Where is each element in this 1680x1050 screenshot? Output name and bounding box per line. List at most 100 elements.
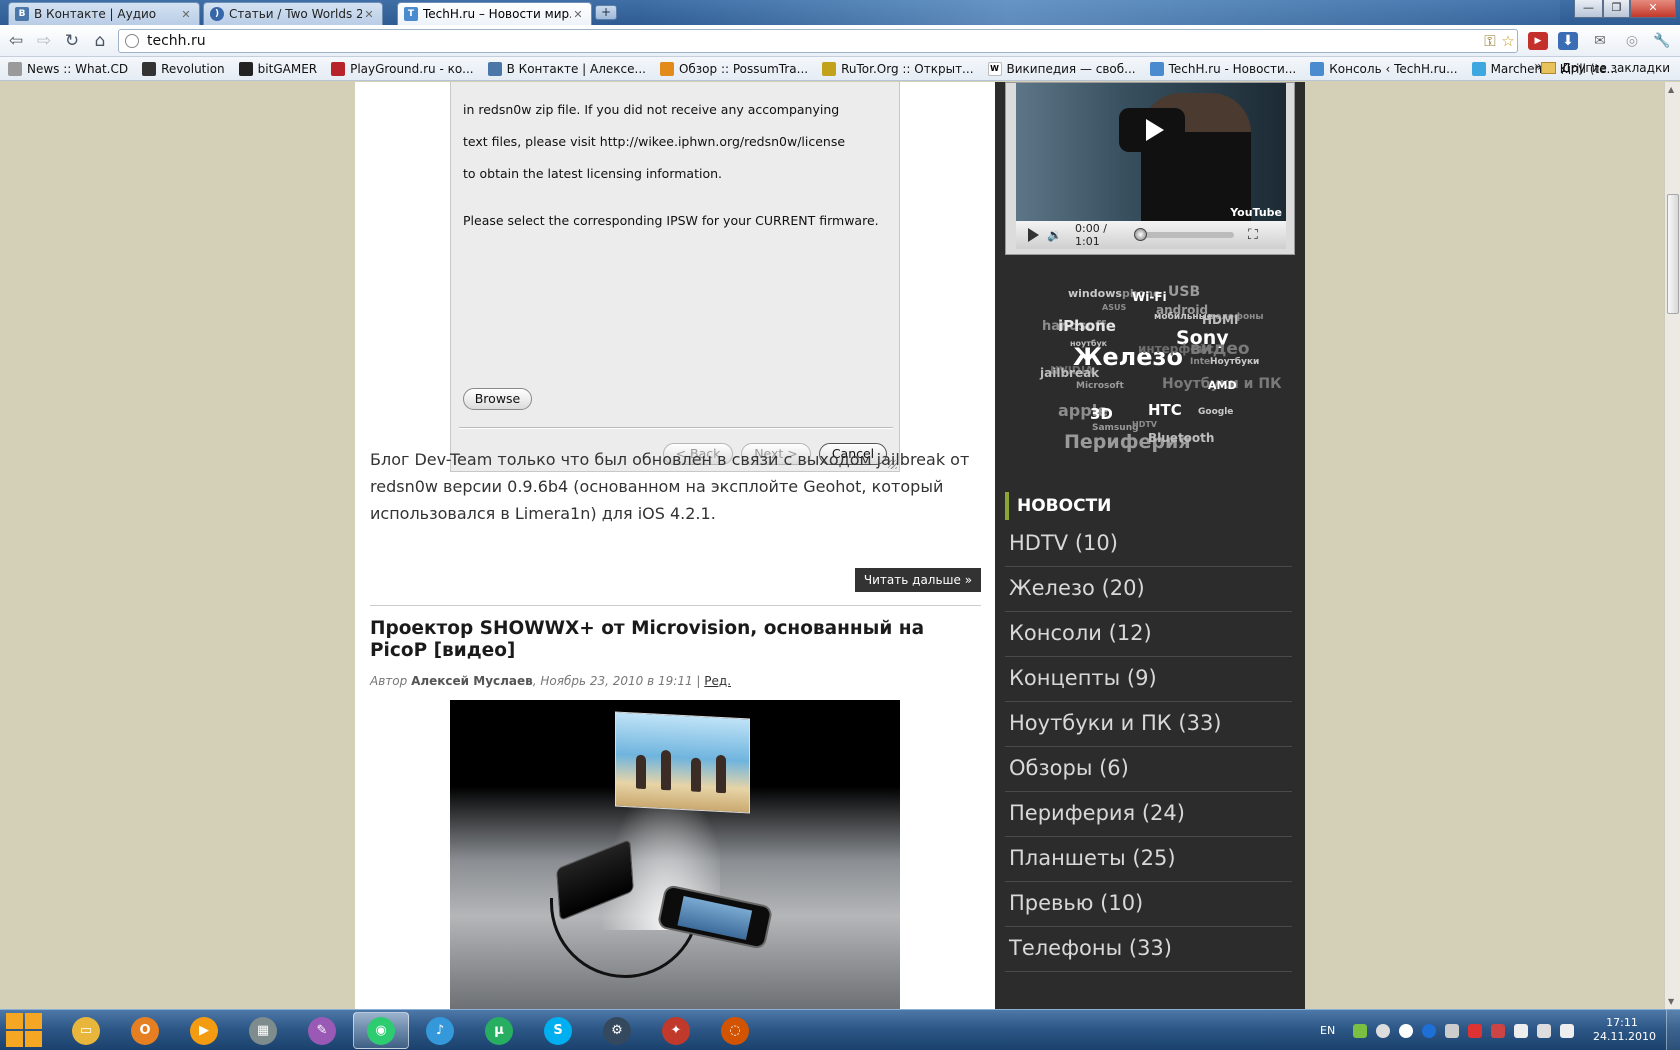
category-link[interactable]: Консоли (12) bbox=[1005, 612, 1292, 657]
taskbar-itunes[interactable]: ♪ bbox=[412, 1012, 468, 1049]
clock[interactable]: 17:11 24.11.2010 bbox=[1593, 1016, 1656, 1044]
category-link[interactable]: Превью (10) bbox=[1005, 882, 1292, 927]
bookmark-item[interactable]: W Википедия — своб... bbox=[987, 61, 1136, 76]
bookmark-item[interactable]: Консоль ‹ TechH.ru... bbox=[1310, 61, 1458, 76]
tag-link[interactable]: Ноутбуки bbox=[1210, 357, 1259, 367]
bluetooth-icon[interactable] bbox=[1422, 1023, 1437, 1038]
key-icon[interactable]: ⚿ bbox=[1481, 32, 1499, 50]
show-desktop-button[interactable] bbox=[1666, 1010, 1680, 1050]
maximize-button[interactable]: ❐ bbox=[1603, 0, 1630, 18]
flag-icon[interactable] bbox=[1514, 1023, 1529, 1038]
new-tab-button[interactable]: + bbox=[595, 5, 617, 20]
tag-link[interactable]: ASUS bbox=[1102, 303, 1126, 312]
video-frame[interactable]: YouTube bbox=[1016, 83, 1286, 221]
tag-link[interactable]: iPhone bbox=[1058, 317, 1116, 335]
read-more-button[interactable]: Читать дальше » bbox=[855, 568, 981, 592]
category-link[interactable]: Обзоры (6) bbox=[1005, 747, 1292, 792]
play-icon[interactable] bbox=[1119, 108, 1185, 152]
scrollbar[interactable]: ▲ ▼ bbox=[1664, 82, 1680, 1009]
tab-two-worlds[interactable]: ) Статьи / Two Worlds 2. K... ✕ bbox=[203, 2, 383, 25]
scroll-thumb[interactable] bbox=[1667, 194, 1679, 314]
category-link[interactable]: HDTV (10) bbox=[1005, 522, 1292, 567]
category-link[interactable]: Железо (20) bbox=[1005, 567, 1292, 612]
bookmark-item[interactable]: В Контакте | Алексе... bbox=[487, 61, 646, 76]
scroll-up-icon[interactable]: ▲ bbox=[1668, 85, 1674, 94]
taskbar-paint[interactable]: ✎ bbox=[294, 1012, 350, 1049]
play-icon[interactable] bbox=[1028, 228, 1039, 242]
taskbar-skype[interactable]: S bbox=[530, 1012, 586, 1049]
taskbar-app-red[interactable]: ✦ bbox=[648, 1012, 704, 1049]
tag-link[interactable]: Google bbox=[1198, 407, 1233, 417]
tag-link[interactable]: видео bbox=[1190, 339, 1250, 359]
utorrent-tray-icon[interactable] bbox=[1445, 1023, 1460, 1038]
category-link[interactable]: Концепты (9) bbox=[1005, 657, 1292, 702]
taskbar-outlook[interactable]: O bbox=[117, 1012, 173, 1049]
taskbar-chrome[interactable]: ◉ bbox=[353, 1012, 409, 1049]
tag-link[interactable]: Bluetooth bbox=[1148, 431, 1214, 445]
star-icon[interactable]: ☆ bbox=[1499, 32, 1517, 50]
bookmark-item[interactable]: Revolution bbox=[142, 61, 225, 76]
bookmark-item[interactable]: TechH.ru - Новости... bbox=[1149, 61, 1296, 76]
antivirus-icon[interactable] bbox=[1468, 1023, 1483, 1038]
tag-link[interactable]: HDTV bbox=[1132, 420, 1157, 429]
bookmark-item[interactable]: RuTor.Org :: Открыт... bbox=[822, 61, 974, 76]
bookmark-item[interactable]: PlayGround.ru - ко... bbox=[331, 61, 474, 76]
reload-button[interactable]: ↻ bbox=[62, 31, 82, 51]
category-link[interactable]: Ноутбуки и ПК (33) bbox=[1005, 702, 1292, 747]
skype-tray-icon[interactable] bbox=[1399, 1023, 1414, 1038]
home-button[interactable]: ⌂ bbox=[90, 31, 110, 51]
taskbar-app-opera[interactable]: ◌ bbox=[707, 1012, 763, 1049]
taskbar-utorrent[interactable]: µ bbox=[471, 1012, 527, 1049]
download-icon[interactable]: ⬇ bbox=[1558, 32, 1578, 50]
taskbar-media-player[interactable]: ▶ bbox=[176, 1012, 232, 1049]
mail-icon[interactable]: ✉ bbox=[1590, 32, 1610, 50]
scroll-down-icon[interactable]: ▼ bbox=[1668, 997, 1674, 1006]
fullscreen-icon[interactable]: ⛶ bbox=[1248, 227, 1258, 243]
taskbar-steam[interactable]: ⚙ bbox=[589, 1012, 645, 1049]
close-icon[interactable]: ✕ bbox=[179, 8, 193, 21]
category-link[interactable]: Планшеты (25) bbox=[1005, 837, 1292, 882]
wrench-icon[interactable]: 🔧 bbox=[1652, 32, 1672, 50]
tag-link[interactable]: windows bbox=[1068, 287, 1122, 300]
tag-link[interactable]: jailbreak bbox=[1040, 366, 1099, 380]
taskbar-explorer[interactable]: ▭ bbox=[58, 1012, 114, 1049]
tab-vk-audio[interactable]: B В Контакте | Аудио ✕ bbox=[8, 2, 200, 25]
language-indicator[interactable]: EN bbox=[1320, 1024, 1335, 1037]
video-player[interactable]: YouTube 🔉 0:00 / 1:01 ⛶ bbox=[1005, 82, 1295, 255]
post-title-link[interactable]: Проектор SHOWWX+ от Microvision, основан… bbox=[370, 618, 970, 662]
start-button[interactable] bbox=[6, 1013, 46, 1049]
other-bookmarks-button[interactable]: Другие закладки bbox=[1541, 61, 1670, 75]
taskbar-calculator[interactable]: ▦ bbox=[235, 1012, 291, 1049]
author-link[interactable]: Алексей Муслаев bbox=[411, 674, 533, 688]
tag-link[interactable]: Wi-Fi bbox=[1132, 290, 1167, 304]
volume-icon[interactable]: 🔉 bbox=[1047, 228, 1069, 242]
tag-link[interactable]: USB bbox=[1168, 284, 1200, 300]
bookmark-item[interactable]: News :: What.CD bbox=[8, 61, 128, 76]
forward-button[interactable]: ⇨ bbox=[34, 31, 54, 51]
speaker-icon[interactable] bbox=[1491, 1023, 1506, 1038]
tag-link[interactable]: 3D bbox=[1090, 405, 1113, 423]
tag-link[interactable]: Microsoft bbox=[1076, 381, 1124, 391]
tab-techh[interactable]: T TechH.ru – Новости мир... ✕ bbox=[397, 2, 592, 25]
seek-handle[interactable] bbox=[1134, 228, 1147, 241]
bookmark-item[interactable]: bitGAMER bbox=[238, 61, 317, 76]
network-app-icon[interactable] bbox=[1353, 1023, 1368, 1038]
close-window-button[interactable]: ✕ bbox=[1630, 0, 1676, 18]
steam-tray-icon[interactable] bbox=[1376, 1023, 1391, 1038]
close-icon[interactable]: ✕ bbox=[571, 8, 585, 21]
edit-link[interactable]: Ред. bbox=[704, 674, 731, 688]
extension-icon[interactable]: ◎ bbox=[1622, 32, 1642, 50]
url-input[interactable] bbox=[147, 33, 1481, 49]
display-icon[interactable] bbox=[1537, 1023, 1552, 1038]
category-link[interactable]: Периферия (24) bbox=[1005, 792, 1292, 837]
close-icon[interactable]: ✕ bbox=[362, 8, 376, 21]
minimize-button[interactable]: — bbox=[1574, 0, 1603, 18]
tag-link[interactable]: AMD bbox=[1208, 379, 1237, 392]
bookmark-item[interactable]: Обзор :: PossumTra... bbox=[659, 61, 808, 76]
back-button[interactable]: ⇦ bbox=[6, 31, 26, 51]
youtube-icon[interactable]: ▶ bbox=[1528, 32, 1548, 50]
volume-icon[interactable] bbox=[1560, 1023, 1575, 1038]
category-link[interactable]: Телефоны (33) bbox=[1005, 927, 1292, 972]
tag-link[interactable]: HTC bbox=[1148, 401, 1182, 419]
address-bar[interactable]: ⚿ ☆ bbox=[118, 29, 1518, 53]
